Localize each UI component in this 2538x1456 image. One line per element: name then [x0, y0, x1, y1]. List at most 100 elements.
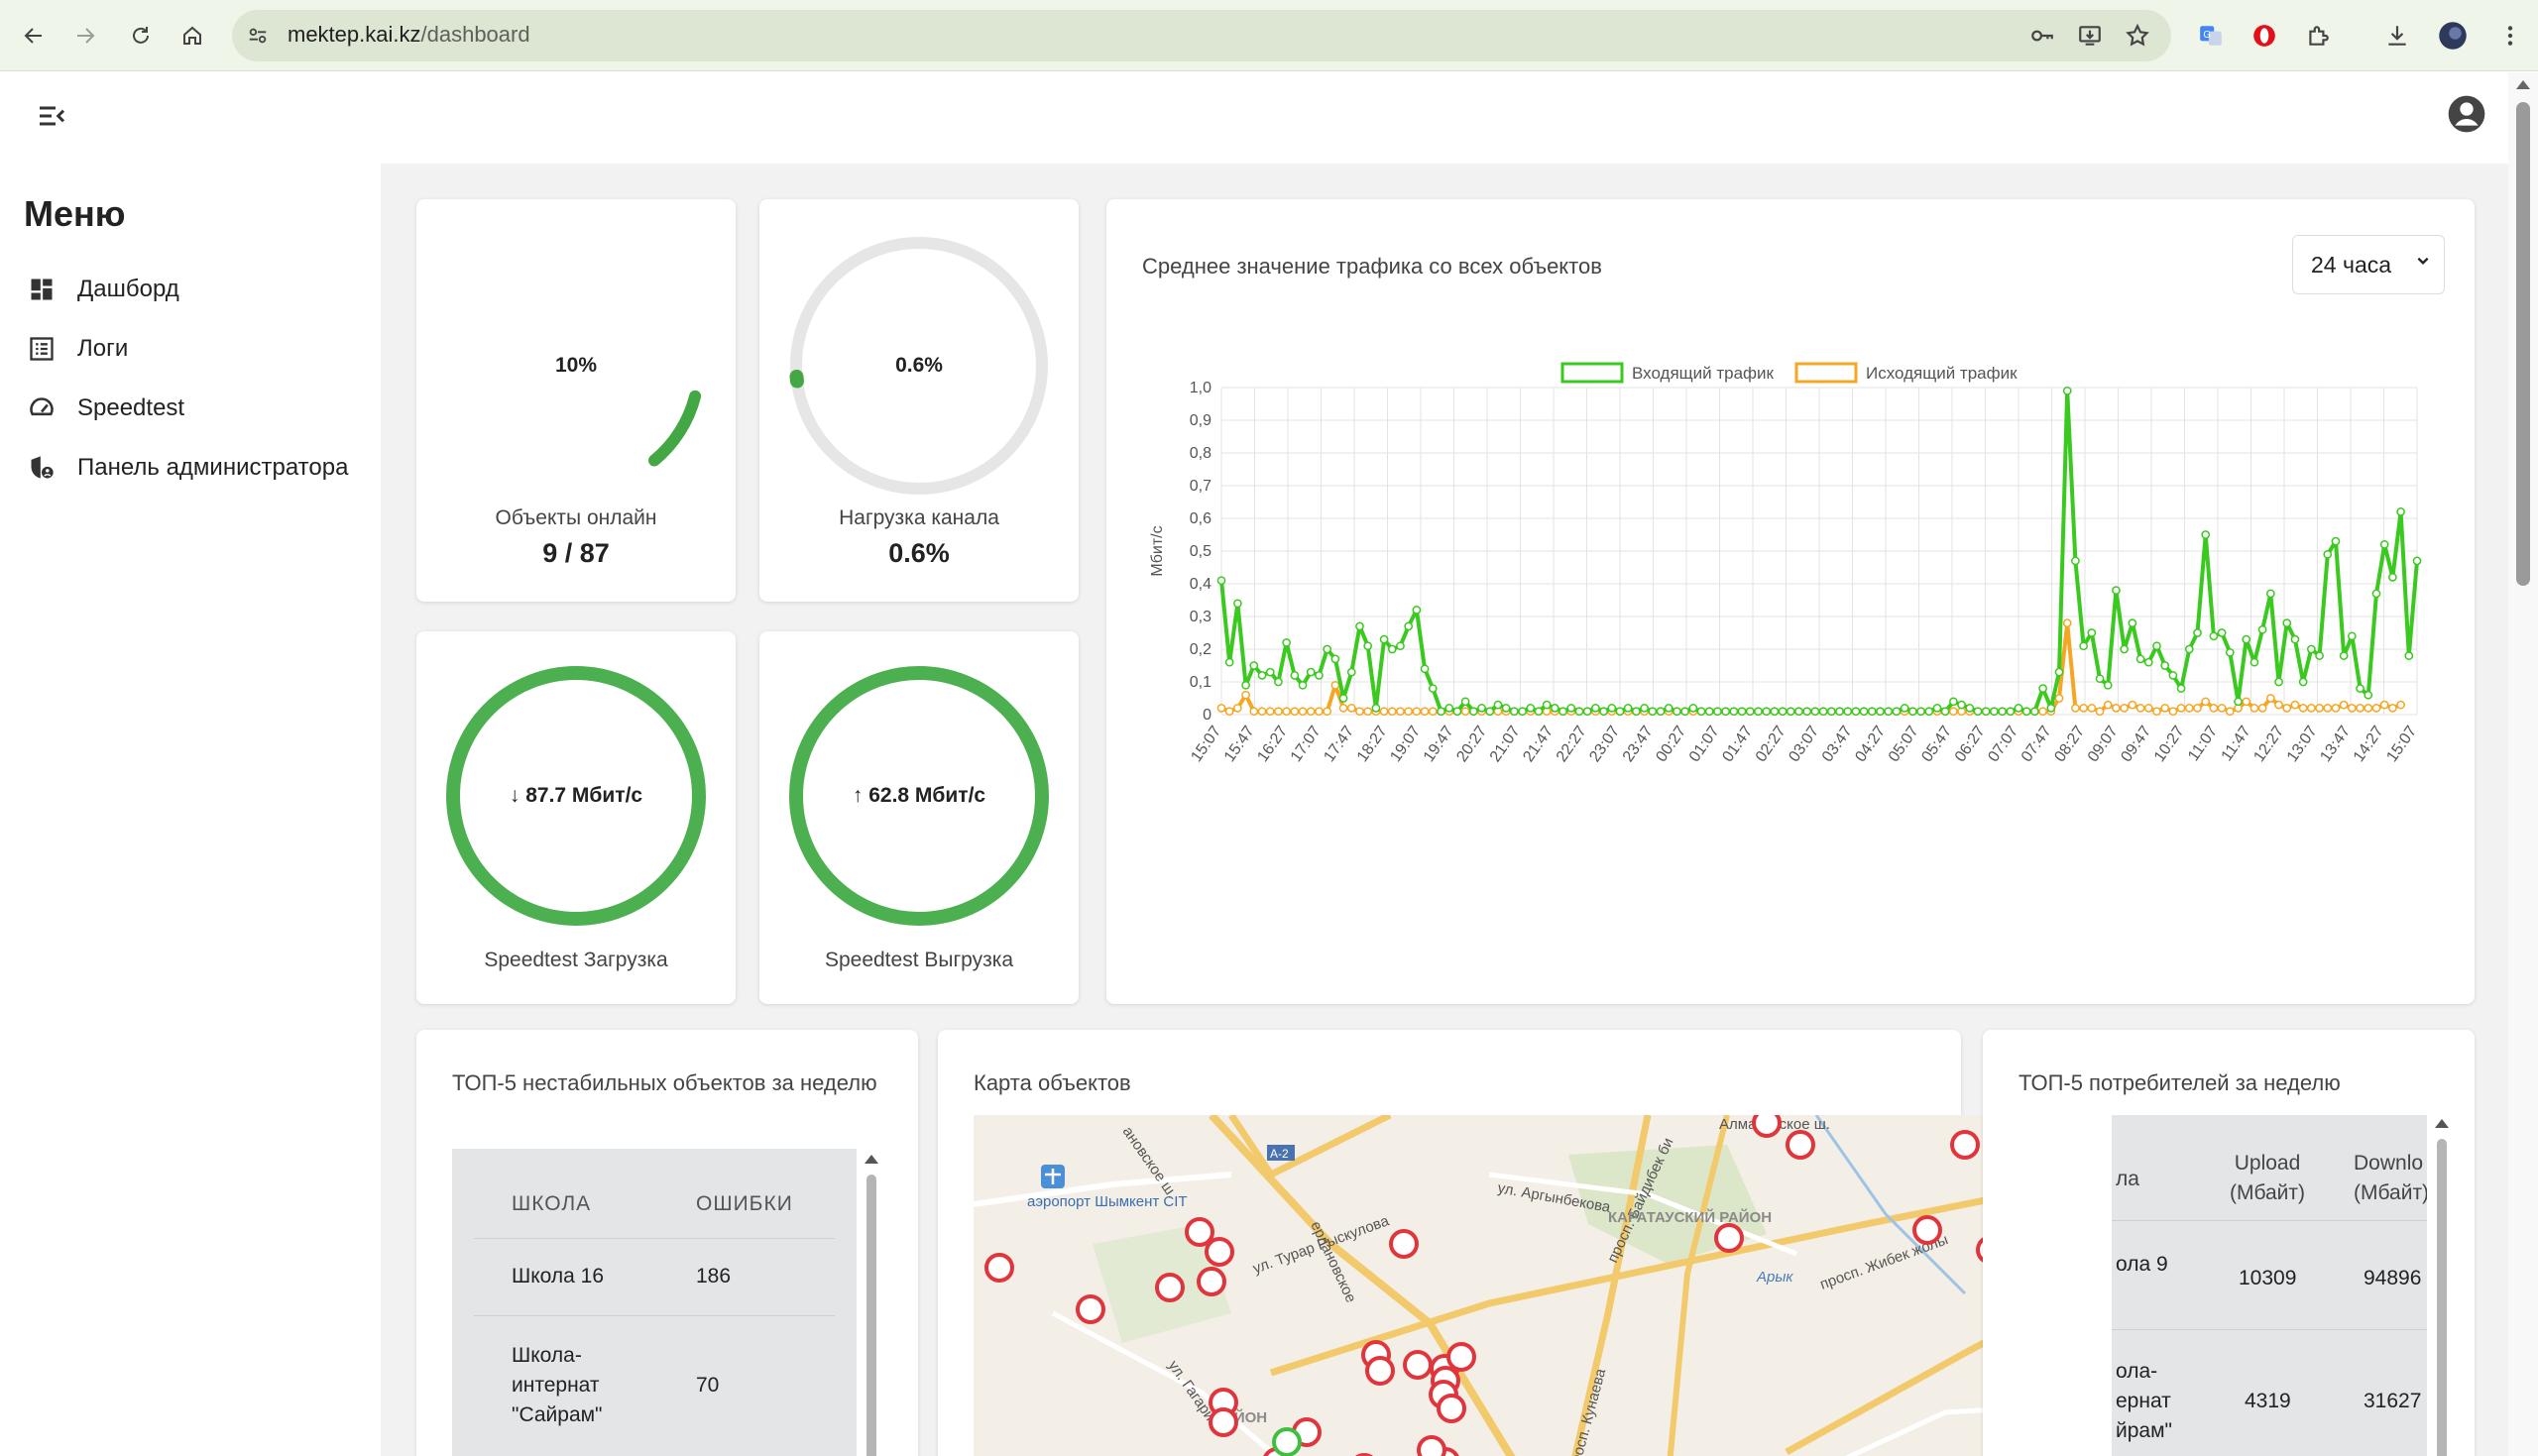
- page-scroll-thumb[interactable]: [2516, 102, 2530, 586]
- y-tick-label: 0,6: [1190, 510, 1211, 527]
- x-tick-label: 16:27: [1254, 723, 1291, 765]
- data-point: [1607, 704, 1617, 713]
- data-point: [2306, 644, 2316, 654]
- sidebar-item-dashboard[interactable]: Дашборд: [24, 266, 179, 313]
- sidebar-toggle-icon[interactable]: [36, 100, 67, 137]
- map-marker-offline[interactable]: [1786, 1130, 1815, 1160]
- data-point: [1778, 707, 1788, 717]
- map-marker-offline[interactable]: [1389, 1229, 1419, 1259]
- extensions-puzzle-icon[interactable]: [2300, 18, 2336, 54]
- bookmark-star-icon[interactable]: [2120, 18, 2155, 54]
- data-point: [1900, 704, 1909, 713]
- menu-title: Меню: [24, 193, 126, 234]
- data-point: [1835, 707, 1844, 717]
- map-marker-offline[interactable]: [1185, 1217, 1214, 1247]
- data-point: [2176, 704, 2186, 713]
- table-scroll-thumb[interactable]: [2437, 1139, 2447, 1456]
- table-row-download: 31627: [2364, 1390, 2422, 1412]
- table-row-school: ола 9: [2116, 1253, 2168, 1276]
- translate-extension-icon[interactable]: G: [2193, 18, 2229, 54]
- data-point: [1387, 707, 1397, 717]
- x-tick-label: 20:27: [1453, 723, 1490, 765]
- data-point: [1444, 704, 1454, 713]
- data-point: [1216, 704, 1226, 713]
- data-point: [2087, 628, 2097, 637]
- scroll-up-arrow-icon[interactable]: [865, 1155, 878, 1164]
- data-point: [1745, 707, 1755, 717]
- map-marker-offline[interactable]: [1155, 1273, 1185, 1302]
- sidebar-item-label: Логи: [77, 335, 129, 362]
- table-divider: [2112, 1220, 2427, 1221]
- sidebar-item-speedtest[interactable]: Speedtest: [24, 385, 184, 432]
- data-point: [2315, 651, 2324, 660]
- x-tick-label: 07:47: [2019, 723, 2055, 765]
- data-point: [2030, 707, 2039, 717]
- map-marker-offline[interactable]: [1752, 1115, 1782, 1138]
- data-point: [1233, 599, 1242, 609]
- data-point: [2339, 651, 2349, 660]
- x-tick-label: 00:27: [1653, 723, 1689, 765]
- table-scroll-thumb[interactable]: [866, 1175, 876, 1456]
- y-tick-label: 0,4: [1190, 576, 1211, 593]
- table-row-school: ола-ернат йрам": [2116, 1360, 2172, 1442]
- scroll-up-arrow-icon[interactable]: [2435, 1119, 2449, 1128]
- profile-avatar-icon[interactable]: [2435, 18, 2471, 54]
- reload-icon[interactable]: [123, 18, 159, 54]
- data-point: [2143, 704, 2153, 713]
- data-point: [2242, 697, 2251, 707]
- map-marker-online[interactable]: [1272, 1427, 1302, 1456]
- data-point: [2379, 540, 2389, 549]
- sidebar-item-admin[interactable]: Панель администратора: [24, 444, 348, 492]
- password-key-icon[interactable]: [2024, 18, 2060, 54]
- map-marker-offline[interactable]: [1205, 1237, 1234, 1267]
- table-divider: [2112, 1329, 2427, 1330]
- url-text[interactable]: mektep.kai.kz/dashboard: [288, 22, 530, 48]
- data-point: [1566, 704, 1576, 713]
- map-marker-offline[interactable]: [1403, 1350, 1433, 1380]
- data-point: [2290, 700, 2300, 710]
- back-icon[interactable]: [16, 18, 52, 54]
- load-gauge-value: 0.6%: [895, 354, 943, 377]
- map-marker-offline[interactable]: [1209, 1407, 1238, 1437]
- objects-map[interactable]: аэропорт Шымкент CIT A-2 Алматинское ш. …: [974, 1115, 2114, 1456]
- data-point: [1673, 707, 1681, 717]
- data-point: [2396, 700, 2405, 710]
- column-header-upload: Upload (Мбайт): [2229, 1152, 2306, 1204]
- site-info-icon[interactable]: [240, 18, 276, 54]
- opera-extension-icon[interactable]: [2247, 18, 2282, 54]
- downloads-icon[interactable]: [2379, 18, 2415, 54]
- data-point: [2168, 671, 2178, 680]
- map-marker-offline[interactable]: [1365, 1356, 1395, 1386]
- forward-icon[interactable]: [67, 18, 103, 54]
- map-marker-offline[interactable]: [1950, 1130, 1980, 1160]
- sidebar-item-logs[interactable]: Логи: [24, 325, 128, 373]
- x-tick-label: 03:47: [1819, 723, 1856, 765]
- url-path: /dashboard: [420, 22, 530, 47]
- data-point: [1615, 707, 1625, 717]
- data-point: [2038, 707, 2047, 717]
- map-marker-offline[interactable]: [1714, 1223, 1744, 1253]
- data-point: [2234, 697, 2243, 707]
- sidebar-item-label: Дашборд: [77, 276, 179, 302]
- install-app-icon[interactable]: [2072, 18, 2108, 54]
- map-marker-offline[interactable]: [1417, 1435, 1446, 1456]
- page-scrollbar[interactable]: [2508, 72, 2538, 1456]
- map-marker-offline[interactable]: [984, 1253, 1014, 1283]
- map-marker-offline[interactable]: [1446, 1342, 1476, 1372]
- home-icon[interactable]: [174, 18, 210, 54]
- time-range-select[interactable]: 24 часа: [2292, 235, 2445, 294]
- user-account-icon[interactable]: [2447, 94, 2486, 139]
- data-point: [1241, 680, 1250, 690]
- data-point: [1387, 644, 1397, 654]
- map-marker-offline[interactable]: [1437, 1394, 1466, 1423]
- scroll-up-arrow-icon[interactable]: [2516, 80, 2530, 89]
- data-point: [1582, 707, 1592, 717]
- data-point: [1737, 707, 1747, 717]
- browser-menu-icon[interactable]: [2492, 18, 2528, 54]
- map-marker-offline[interactable]: [1912, 1215, 1942, 1245]
- data-point: [1346, 667, 1356, 677]
- map-marker-offline[interactable]: [1076, 1294, 1105, 1324]
- y-tick-label: 0,2: [1190, 641, 1211, 658]
- map-marker-offline[interactable]: [1197, 1267, 1226, 1296]
- dashboard-icon: [24, 272, 59, 307]
